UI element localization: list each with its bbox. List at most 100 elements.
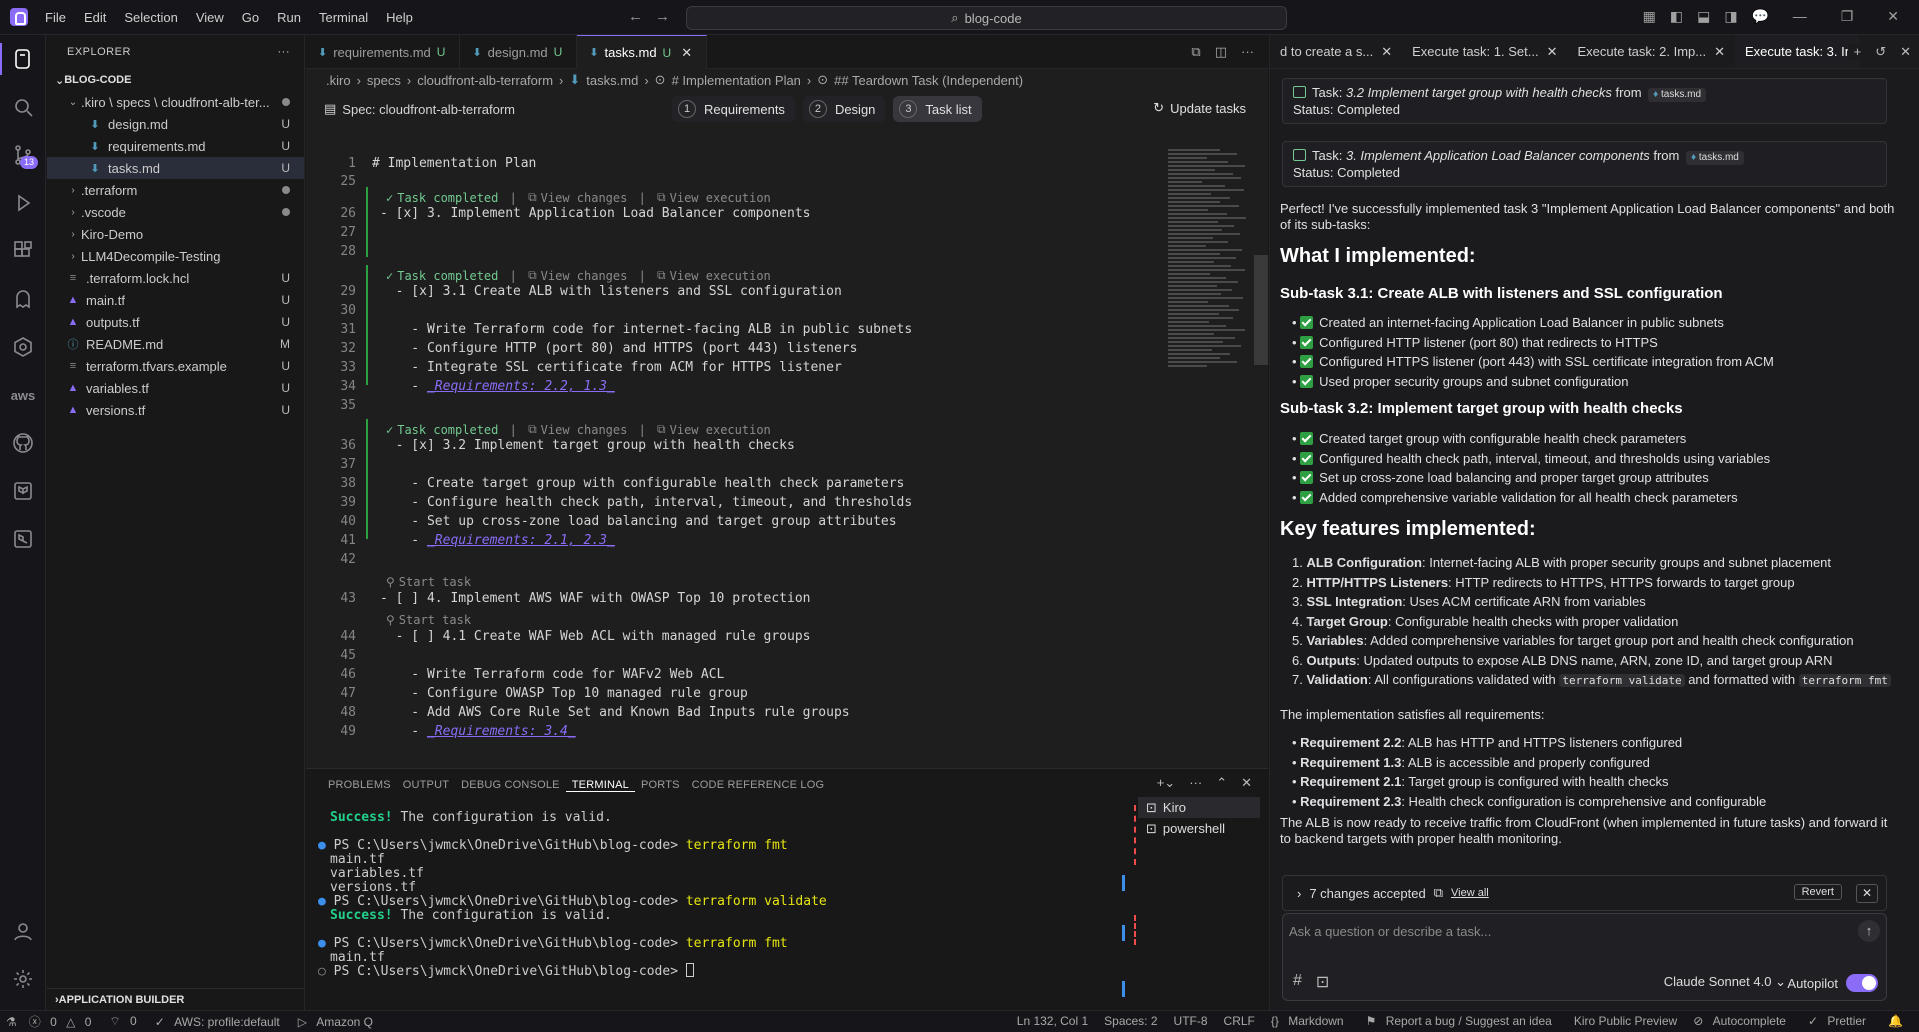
codelens-start-task-4[interactable]: ⚲ Start task <box>386 575 471 589</box>
close-tab-icon[interactable]: ✕ <box>1381 44 1392 60</box>
update-tasks-button[interactable]: ↻ Update tasks <box>1153 100 1246 116</box>
revert-button[interactable]: Revert <box>1793 884 1842 900</box>
forward-arrow-icon[interactable]: → <box>655 8 682 25</box>
tab-problems[interactable]: PROBLEMS <box>322 779 397 791</box>
toggle-secondary-sidebar-icon[interactable]: ◨ <box>1724 8 1737 25</box>
tree-item-variables-tf[interactable]: ▲ variables.tf U <box>47 377 304 399</box>
terminal-item-powershell[interactable]: ⊡ powershell <box>1138 818 1260 839</box>
tree-item-kiro-specs[interactable]: ⌄ .kiro \ specs \ cloudfront-alb-ter... <box>47 91 304 113</box>
breadcrumb-item[interactable]: # Implementation Plan <box>672 73 801 88</box>
report-bug[interactable]: ⚑ Report a bug / Suggest an idea <box>1360 1014 1564 1028</box>
breadcrumb-item[interactable]: cloudfront-alb-terraform <box>417 73 553 88</box>
close-window-icon[interactable]: ✕ <box>1887 8 1899 25</box>
menu-selection[interactable]: Selection <box>115 10 186 25</box>
chat-tab-3[interactable]: Execute task: 2. Imp... ✕ <box>1567 35 1735 68</box>
chat-tab-2[interactable]: Execute task: 1. Set... ✕ <box>1402 35 1567 68</box>
tree-item-kiro-demo[interactable]: › Kiro-Demo <box>47 223 304 245</box>
image-attach-icon[interactable]: ⊡ <box>1316 972 1329 992</box>
view-changes-link[interactable]: View changes <box>541 269 628 283</box>
start-task-link[interactable]: Start task <box>399 613 471 627</box>
activity-aws[interactable]: aws <box>0 371 46 419</box>
tab-tasks-md[interactable]: ⬇ tasks.md U ✕ <box>577 35 708 69</box>
open-preview-icon[interactable]: ⧉ <box>1191 44 1200 60</box>
tree-item-terraform-dir[interactable]: › .terraform <box>47 179 304 201</box>
tab-output[interactable]: OUTPUT <box>397 779 455 791</box>
tree-item-tfvars-example[interactable]: ≡ terraform.tfvars.example U <box>47 355 304 377</box>
tab-terminal[interactable]: TERMINAL <box>565 779 635 792</box>
prettier-status[interactable]: ✓ Prettier <box>1802 1014 1878 1028</box>
minimize-icon[interactable]: — <box>1793 8 1807 25</box>
menu-help[interactable]: Help <box>377 10 422 25</box>
activity-run-debug[interactable] <box>0 179 46 227</box>
ports-status[interactable]: ⌔ 0 <box>103 1014 148 1029</box>
model-selector[interactable]: Claude Sonnet 4.0 ⌄ <box>1664 974 1786 990</box>
toggle-switch[interactable] <box>1846 974 1878 992</box>
activity-source-control[interactable]: 13 <box>0 131 46 179</box>
maximize-icon[interactable]: ❐ <box>1841 8 1854 25</box>
codelens-start-task-4-1[interactable]: ⚲ Start task <box>386 613 471 627</box>
send-button[interactable]: ↑ <box>1858 920 1880 942</box>
tree-item-vscode-dir[interactable]: › .vscode <box>47 201 304 223</box>
breadcrumb-item[interactable]: tasks.md <box>586 73 638 88</box>
remote-icon[interactable]: ⚗ <box>0 1015 23 1029</box>
menu-view[interactable]: View <box>187 10 233 25</box>
activity-terraform-1[interactable] <box>0 467 46 515</box>
terminal-item-kiro[interactable]: ⊡ Kiro <box>1138 797 1260 818</box>
autopilot-toggle[interactable]: Autopilot <box>1787 974 1878 992</box>
menu-edit[interactable]: Edit <box>75 10 115 25</box>
chat-input[interactable]: Ask a question or describe a task... <box>1289 924 1491 939</box>
problems-status[interactable]: ⓧ 0 △ 0 <box>23 1013 104 1030</box>
more-actions-icon[interactable]: ··· <box>1241 44 1254 60</box>
context-hash-icon[interactable]: # <box>1293 972 1302 992</box>
view-changes-link[interactable]: View changes <box>541 423 628 437</box>
tree-item-lock-hcl[interactable]: ≡ .terraform.lock.hcl U <box>47 267 304 289</box>
autocomplete-status[interactable]: ⊘ Autocomplete <box>1687 1014 1798 1028</box>
menu-run[interactable]: Run <box>268 10 310 25</box>
maximize-panel-icon[interactable]: ⌃ <box>1216 775 1227 791</box>
step-task-list[interactable]: 3 Task list <box>893 96 982 122</box>
new-terminal-icon[interactable]: +⌄ <box>1157 775 1175 791</box>
activity-kiro[interactable] <box>0 275 46 323</box>
command-center-search[interactable]: ⌕ blog-code <box>686 6 1287 30</box>
menu-go[interactable]: Go <box>233 10 268 25</box>
chat-tab-4[interactable]: Execute task: 3. Ir <box>1735 35 1860 68</box>
close-tab-icon[interactable]: ✕ <box>1547 44 1558 60</box>
tree-item-main-tf[interactable]: ▲ main.tf U <box>47 289 304 311</box>
notifications-icon[interactable]: 🔔 <box>1882 1014 1909 1028</box>
menu-terminal[interactable]: Terminal <box>310 10 377 25</box>
close-panel-icon[interactable]: ✕ <box>1900 44 1911 60</box>
activity-explorer[interactable] <box>0 35 46 83</box>
tree-item-versions-tf[interactable]: ▲ versions.tf U <box>47 399 304 421</box>
breadcrumb-item[interactable]: specs <box>367 73 401 88</box>
code-editor[interactable]: 1 # Implementation Plan 25 ✓ Task complet… <box>306 147 1254 768</box>
indentation[interactable]: Spaces: 2 <box>1098 1014 1163 1028</box>
amazon-q-status[interactable]: ▷ Amazon Q <box>292 1015 385 1029</box>
tab-requirements-md[interactable]: ⬇ requirements.md U <box>306 35 461 69</box>
layout-customize-icon[interactable]: ▦ <box>1643 8 1656 25</box>
tree-item-requirements-md[interactable]: ⬇ requirements.md U <box>47 135 304 157</box>
tab-code-reference-log[interactable]: CODE REFERENCE LOG <box>686 779 831 791</box>
tab-ports[interactable]: PORTS <box>635 779 686 791</box>
terminal-output[interactable]: Success! The configuration is valid. ● P… <box>318 809 827 979</box>
more-actions-icon[interactable]: ··· <box>1189 775 1202 791</box>
activity-extensions[interactable] <box>0 227 46 275</box>
close-tab-icon[interactable]: ✕ <box>681 45 692 61</box>
tree-item-outputs-tf[interactable]: ▲ outputs.tf U <box>47 311 304 333</box>
more-actions-icon[interactable]: ··· <box>278 46 291 58</box>
view-execution-link[interactable]: View execution <box>670 191 771 205</box>
split-editor-icon[interactable]: ◫ <box>1215 44 1227 60</box>
close-tab-icon[interactable]: ✕ <box>1714 44 1725 60</box>
chat-icon[interactable]: 💬 <box>1752 8 1769 25</box>
cursor-position[interactable]: Ln 132, Col 1 <box>1011 1014 1094 1028</box>
activity-accounts[interactable] <box>0 907 46 955</box>
encoding[interactable]: UTF-8 <box>1168 1014 1214 1028</box>
tree-item-llm4decompile[interactable]: › LLM4Decompile-Testing <box>47 245 304 267</box>
kiro-preview[interactable]: Kiro Public Preview <box>1568 1014 1683 1028</box>
tree-item-design-md[interactable]: ⬇ design.md U <box>47 113 304 135</box>
start-task-link[interactable]: Start task <box>399 575 471 589</box>
chevron-right-icon[interactable]: › <box>1297 886 1301 901</box>
tree-item-tasks-md[interactable]: ⬇ tasks.md U <box>47 157 304 179</box>
view-changes-link[interactable]: View changes <box>541 191 628 205</box>
close-panel-icon[interactable]: ✕ <box>1241 775 1252 791</box>
tree-item-readme[interactable]: ⓘ README.md M <box>47 333 304 355</box>
